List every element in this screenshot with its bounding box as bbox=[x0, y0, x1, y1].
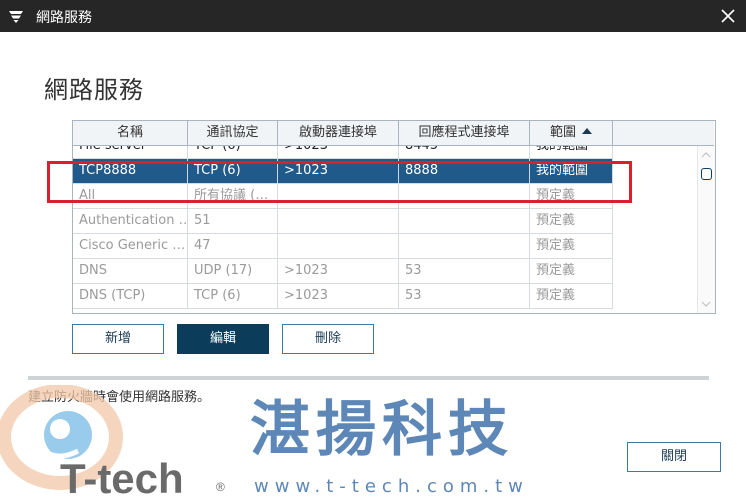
edit-button[interactable]: 編輯 bbox=[177, 324, 269, 354]
title-bar: 網路服務 bbox=[0, 0, 746, 32]
table-row[interactable]: Authentication … 51 預定義 bbox=[73, 209, 613, 234]
page-title: 網路服務 bbox=[44, 76, 144, 104]
cell-name: Cisco Generic … bbox=[73, 234, 188, 258]
svg-text:®: ® bbox=[216, 480, 225, 494]
sort-ascending-icon bbox=[582, 127, 592, 134]
table-row[interactable]: Cisco Generic … 47 預定義 bbox=[73, 234, 613, 259]
cell-responder-port: 53 bbox=[399, 284, 530, 308]
column-header-scope[interactable]: 範圍 bbox=[530, 121, 613, 145]
scroll-down-icon[interactable] bbox=[701, 299, 711, 309]
scroll-up-icon[interactable] bbox=[701, 150, 711, 160]
selection-highlight-box bbox=[47, 161, 632, 203]
app-logo-icon bbox=[9, 11, 23, 23]
close-button[interactable]: 關閉 bbox=[627, 442, 721, 472]
cell-responder-port: 53 bbox=[399, 259, 530, 283]
divider bbox=[28, 376, 709, 380]
scrollbar-thumb[interactable] bbox=[701, 168, 712, 180]
window-title: 網路服務 bbox=[36, 10, 92, 26]
services-table: 名稱 通訊協定 啟動器連接埠 回應程式連接埠 範圍 File server TC… bbox=[72, 120, 716, 314]
svg-text:T-tech: T-tech bbox=[60, 455, 184, 497]
cell-initiator-port: >1023 bbox=[278, 259, 399, 283]
table-header: 名稱 通訊協定 啟動器連接埠 回應程式連接埠 範圍 bbox=[73, 121, 714, 146]
delete-button[interactable]: 刪除 bbox=[282, 324, 374, 354]
cell-protocol: 47 bbox=[188, 234, 278, 258]
cell-scope: 預定義 bbox=[530, 284, 613, 308]
column-header-initiator-port[interactable]: 啟動器連接埠 bbox=[278, 121, 399, 145]
cell-protocol: TCP (6) bbox=[188, 284, 278, 308]
cell-name: DNS bbox=[73, 259, 188, 283]
cell-initiator-port bbox=[278, 234, 399, 258]
cell-protocol: UDP (17) bbox=[188, 259, 278, 283]
column-header-name[interactable]: 名稱 bbox=[73, 121, 188, 145]
cell-initiator-port bbox=[278, 209, 399, 233]
cell-responder-port bbox=[399, 209, 530, 233]
cell-scope: 預定義 bbox=[530, 234, 613, 258]
cell-initiator-port: >1023 bbox=[278, 284, 399, 308]
add-button[interactable]: 新增 bbox=[72, 324, 164, 354]
cell-name: DNS (TCP) bbox=[73, 284, 188, 308]
table-row[interactable]: DNS UDP (17) >1023 53 預定義 bbox=[73, 259, 613, 284]
cell-responder-port: 8445 bbox=[399, 146, 530, 158]
column-header-protocol[interactable]: 通訊協定 bbox=[188, 121, 278, 145]
table-row[interactable]: File server TCP (6) >1023 8445 我的範圍 bbox=[73, 146, 613, 159]
watermark-url: www.t-tech.com.tw bbox=[254, 476, 529, 497]
cell-scope: 我的範圍 bbox=[530, 146, 613, 158]
cell-name: File server bbox=[73, 146, 188, 158]
cell-name: Authentication … bbox=[73, 209, 188, 233]
cell-protocol: 51 bbox=[188, 209, 278, 233]
vertical-scrollbar[interactable] bbox=[697, 146, 715, 313]
column-header-scope-label: 範圍 bbox=[549, 125, 576, 140]
watermark-logo-icon: T-tech ® bbox=[0, 385, 225, 497]
table-row[interactable]: DNS (TCP) TCP (6) >1023 53 預定義 bbox=[73, 284, 613, 309]
cell-initiator-port: >1023 bbox=[278, 146, 399, 158]
close-icon[interactable] bbox=[718, 6, 738, 26]
cell-scope: 預定義 bbox=[530, 259, 613, 283]
watermark-company-name: 湛揚科技 bbox=[250, 395, 514, 465]
cell-scope: 預定義 bbox=[530, 209, 613, 233]
column-header-responder-port[interactable]: 回應程式連接埠 bbox=[399, 121, 530, 145]
cell-responder-port bbox=[399, 234, 530, 258]
cell-protocol: TCP (6) bbox=[188, 146, 278, 158]
